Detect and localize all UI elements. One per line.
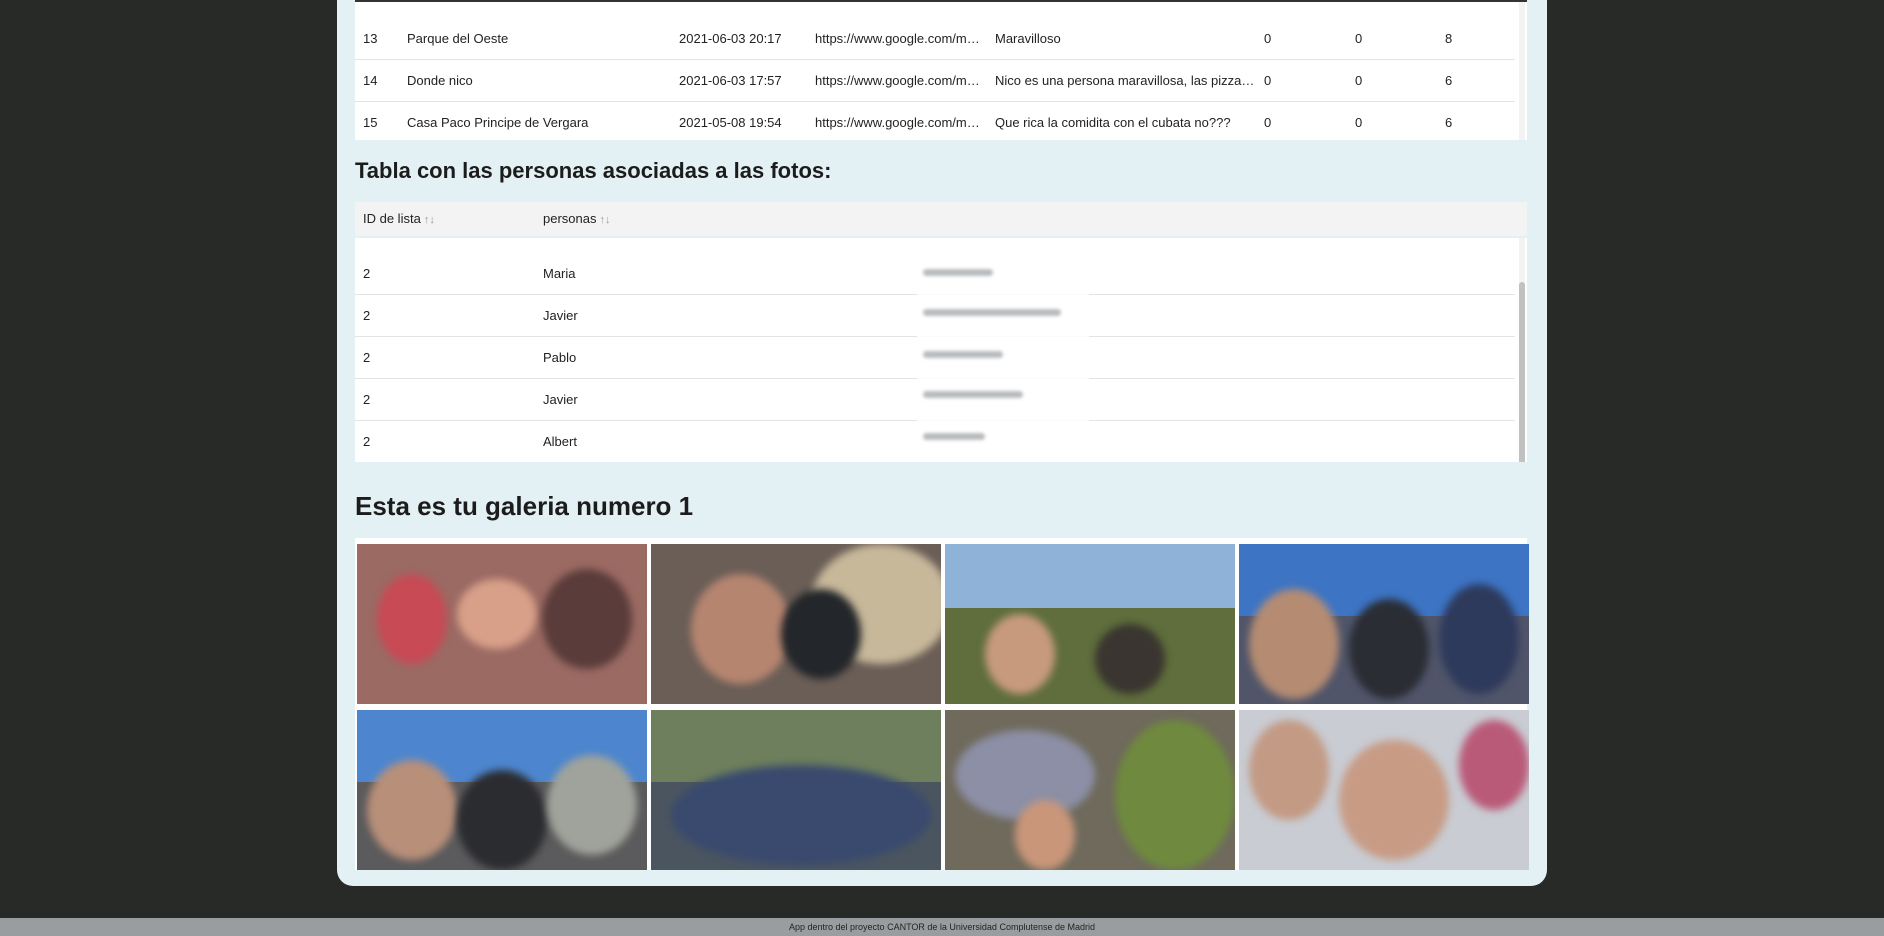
gallery-title: Esta es tu galeria numero 1: [355, 491, 694, 521]
photo-figure: [457, 579, 537, 649]
photo-group: [671, 765, 931, 865]
photo-figure: [1439, 584, 1519, 694]
row-name: Parque del Oeste: [407, 31, 509, 46]
photo-figure: [547, 755, 637, 855]
gallery-photo[interactable]: [1239, 544, 1529, 704]
redacted-text: [923, 351, 1003, 358]
gallery-photo[interactable]: [357, 710, 647, 870]
gallery-photo[interactable]: [945, 544, 1235, 704]
row-person: Javier: [543, 308, 578, 323]
column-label: personas: [543, 211, 597, 226]
row-id: 14: [363, 73, 378, 88]
row-comment: Nico es una persona maravillosa, las piz…: [995, 73, 1255, 88]
table-row[interactable]: 15 Casa Paco Principe de Vergara 2021-05…: [355, 102, 1515, 140]
redacted-overlay: [917, 255, 1089, 460]
table-row[interactable]: 14 Donde nico 2021-06-03 17:57 https://w…: [355, 60, 1515, 102]
gallery-photo[interactable]: [357, 544, 647, 704]
main-panel: 13 Parque del Oeste 2021-06-03 20:17 htt…: [337, 0, 1547, 886]
photo-figure: [1249, 720, 1329, 820]
row-id: 15: [363, 115, 378, 130]
row-person: Javier: [543, 392, 578, 407]
row-date: 2021-06-03 20:17: [679, 31, 782, 46]
photo-figure: [781, 589, 861, 679]
places-table: 13 Parque del Oeste 2021-06-03 20:17 htt…: [355, 0, 1527, 140]
persons-table-scrollbar[interactable]: [1519, 238, 1525, 462]
gallery-photo[interactable]: [1239, 710, 1529, 870]
sort-icon[interactable]: ↑↓: [424, 214, 435, 226]
row-count-1: 0: [1264, 115, 1272, 130]
row-count-1: 0: [1264, 73, 1272, 88]
row-person: Albert: [543, 434, 577, 449]
column-header-personas[interactable]: personas ↑↓: [543, 202, 743, 237]
row-id: 13: [363, 31, 378, 46]
places-table-scrollbar[interactable]: [1519, 2, 1525, 140]
row-count-3: 6: [1445, 115, 1453, 130]
row-comment: Maravilloso: [995, 31, 1061, 46]
photo-figure: [691, 574, 791, 684]
photo-sky: [945, 544, 1235, 616]
row-id: 2: [363, 392, 371, 407]
photo-figure: [1349, 599, 1429, 699]
row-comment: Que rica la comidita con el cubata no???: [995, 115, 1231, 130]
photo-figure: [457, 770, 547, 870]
photo-figure: [377, 574, 447, 664]
photo-figure: [1339, 740, 1449, 860]
photo-figure: [1095, 624, 1165, 694]
column-header-list-id[interactable]: ID de lista ↑↓: [363, 202, 533, 237]
photo-figure: [367, 760, 457, 860]
row-count-3: 8: [1445, 31, 1453, 46]
row-id: 2: [363, 308, 371, 323]
row-count-3: 6: [1445, 73, 1453, 88]
photo-gallery: [355, 538, 1529, 870]
row-name: Casa Paco Principe de Vergara: [407, 115, 589, 130]
row-person: Maria: [543, 266, 576, 281]
photo-vegetation: [1115, 720, 1235, 870]
photo-figure: [1015, 800, 1075, 870]
row-count-2: 0: [1355, 115, 1363, 130]
gallery-photo[interactable]: [651, 710, 941, 870]
column-label: ID de lista: [363, 211, 421, 226]
photo-background: [1459, 720, 1529, 810]
photo-figure: [542, 569, 632, 669]
photo-figure: [985, 614, 1055, 694]
row-url[interactable]: https://www.google.com/ma...: [815, 18, 983, 59]
gallery-photo[interactable]: [945, 710, 1235, 870]
table-row[interactable]: 13 Parque del Oeste 2021-06-03 20:17 htt…: [355, 18, 1515, 60]
row-count-2: 0: [1355, 73, 1363, 88]
row-name: Donde nico: [407, 73, 473, 88]
photo-figure: [1249, 589, 1339, 699]
redacted-text: [923, 391, 1023, 398]
row-date: 2021-05-08 19:54: [679, 115, 782, 130]
row-id: 2: [363, 350, 371, 365]
row-url[interactable]: https://www.google.com/ma...: [815, 60, 983, 101]
sort-icon[interactable]: ↑↓: [599, 214, 610, 226]
row-count-1: 0: [1264, 31, 1272, 46]
row-date: 2021-06-03 17:57: [679, 73, 782, 88]
row-person: Pablo: [543, 350, 577, 365]
gallery-photo[interactable]: [651, 544, 941, 704]
persons-table-title: Tabla con las personas asociadas a las f…: [355, 158, 832, 183]
row-id: 2: [363, 266, 371, 281]
redacted-text: [923, 309, 1061, 316]
row-count-2: 0: [1355, 31, 1363, 46]
footer: App dentro del proyecto CANTOR de la Uni…: [0, 918, 1884, 936]
persons-table-header: ID de lista ↑↓ personas ↑↓: [355, 202, 1527, 236]
scrollbar-thumb[interactable]: [1519, 282, 1525, 462]
redacted-text: [923, 269, 993, 276]
row-url[interactable]: https://www.google.com/ma...: [815, 102, 983, 140]
row-id: 2: [363, 434, 371, 449]
photo-group: [955, 730, 1095, 820]
redacted-text: [923, 433, 985, 440]
